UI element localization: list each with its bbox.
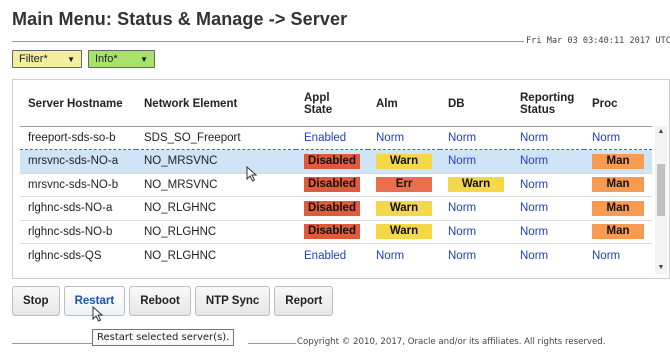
cell-db: Norm [440,196,512,220]
status-badge-disabled: Disabled [304,177,360,193]
cell-appl-state: Disabled [296,172,368,197]
cell-network-element: NO_RLGHNC [136,219,296,244]
status-badge-man: Man [592,153,644,169]
status-badge-man: Man [592,224,644,240]
column-header-appl-state[interactable]: Appl State [296,82,368,127]
cell-hostname: rlghnc-sds-NO-b [20,219,136,244]
server-table: Server Hostname Network Element Appl Sta… [20,82,652,267]
mouse-pointer-icon [92,306,104,322]
stop-button[interactable]: Stop [12,286,60,316]
report-button[interactable]: Report [274,286,334,316]
table-row[interactable]: rlghnc-sds-NO-a NO_RLGHNC Disabled Warn … [20,196,652,220]
table-row[interactable]: mrsvnc-sds-NO-b NO_MRSVNC Disabled Err W… [20,172,652,197]
status-badge-disabled: Disabled [304,224,360,240]
table-row[interactable]: rlghnc-sds-QS NO_RLGHNC Enabled Norm Nor… [20,243,652,267]
column-header-db[interactable]: DB [440,82,512,127]
reboot-button[interactable]: Reboot [129,286,191,316]
restart-tooltip: Restart selected server(s). [92,329,235,346]
server-datetime: Fri Mar 03 03:40:11 2017 UTC [526,36,670,46]
scrollbar-thumb[interactable] [657,164,665,216]
status-badge-disabled: Disabled [304,200,360,216]
page-title: Main Menu: Status & Manage -> Server [12,9,348,29]
filter-dropdown-label: Filter* [19,53,48,65]
table-row[interactable]: rlghnc-sds-NO-b NO_RLGHNC Disabled Warn … [20,219,652,244]
cell-alm: Warn [368,196,440,220]
cell-alm: Norm [368,125,440,150]
action-toolbar: Stop Restart Reboot NTP Sync Report [12,286,334,316]
cell-appl-state: Disabled [296,196,368,220]
chevron-down-icon: ▼ [67,54,75,64]
column-header-proc[interactable]: Proc [584,82,652,127]
info-dropdown-label: Info* [95,53,118,65]
status-badge-man: Man [592,177,644,193]
cell-alm: Warn [368,219,440,244]
cell-proc: Norm [584,125,652,150]
cell-hostname: freeport-sds-so-b [20,125,136,150]
mouse-pointer-icon [246,166,258,182]
cell-alm: Err [368,172,440,197]
cell-reporting: Norm [512,149,584,174]
ntp-sync-button[interactable]: NTP Sync [194,286,271,316]
cell-reporting: Norm [512,196,584,220]
status-badge-disabled: Disabled [304,153,360,169]
cell-db: Warn [440,172,512,197]
status-badge-man: Man [592,200,644,216]
cell-network-element: NO_RLGHNC [136,243,296,267]
scroll-up-arrow-icon[interactable]: ▲ [655,126,667,138]
cell-db: Norm [440,149,512,174]
info-dropdown[interactable]: Info* ▼ [88,50,155,68]
cell-hostname: mrsvnc-sds-NO-b [20,172,136,197]
status-badge-warn: Warn [376,153,432,169]
cell-alm: Warn [368,149,440,174]
cell-db: Norm [440,243,512,267]
footer-divider [248,343,296,344]
cell-appl-state: Disabled [296,149,368,174]
cell-db: Norm [440,219,512,244]
filter-toolbar: Filter* ▼ Info* ▼ [12,50,155,68]
cell-alm: Norm [368,243,440,267]
cell-proc: Man [584,196,652,220]
status-badge-warn: Warn [376,200,432,216]
cell-appl-state: Enabled [296,125,368,150]
cell-reporting: Norm [512,172,584,197]
scroll-down-arrow-icon[interactable]: ▼ [655,262,667,274]
table-scrollbar[interactable]: ▲ ▼ [655,126,667,274]
column-header-network-element[interactable]: Network Element [136,82,296,127]
table-header-row: Server Hostname Network Element Appl Sta… [20,82,652,127]
column-header-alm[interactable]: Alm [368,82,440,127]
chevron-down-icon: ▼ [140,54,148,64]
cell-hostname: rlghnc-sds-QS [20,243,136,267]
table-row[interactable]: freeport-sds-so-b SDS_SO_Freeport Enable… [20,125,652,150]
cell-proc: Man [584,149,652,174]
column-header-hostname[interactable]: Server Hostname [20,82,136,127]
cell-db: Norm [440,125,512,150]
cell-proc: Man [584,219,652,244]
cell-appl-state: Disabled [296,219,368,244]
cell-proc: Man [584,172,652,197]
cell-hostname: rlghnc-sds-NO-a [20,196,136,220]
title-divider [12,41,524,42]
column-header-reporting-status[interactable]: Reporting Status [512,82,584,127]
cell-network-element: NO_RLGHNC [136,196,296,220]
server-table-panel: Server Hostname Network Element Appl Sta… [12,79,670,279]
status-badge-warn: Warn [448,177,504,193]
copyright-text: Copyright © 2010, 2017, Oracle and/or it… [297,337,606,347]
cell-reporting: Norm [512,219,584,244]
cell-hostname: mrsvnc-sds-NO-a [20,149,136,174]
cell-proc: Norm [584,243,652,267]
cell-network-element: NO_MRSVNC [136,149,296,174]
status-badge-err: Err [376,177,432,193]
filter-dropdown[interactable]: Filter* ▼ [12,50,82,68]
cell-reporting: Norm [512,125,584,150]
cell-appl-state: Enabled [296,243,368,267]
cell-reporting: Norm [512,243,584,267]
cell-network-element: NO_MRSVNC [136,172,296,197]
footer-divider [12,343,92,344]
status-badge-warn: Warn [376,224,432,240]
table-row-selected[interactable]: mrsvnc-sds-NO-a NO_MRSVNC Disabled Warn … [20,149,652,174]
cell-network-element: SDS_SO_Freeport [136,125,296,150]
